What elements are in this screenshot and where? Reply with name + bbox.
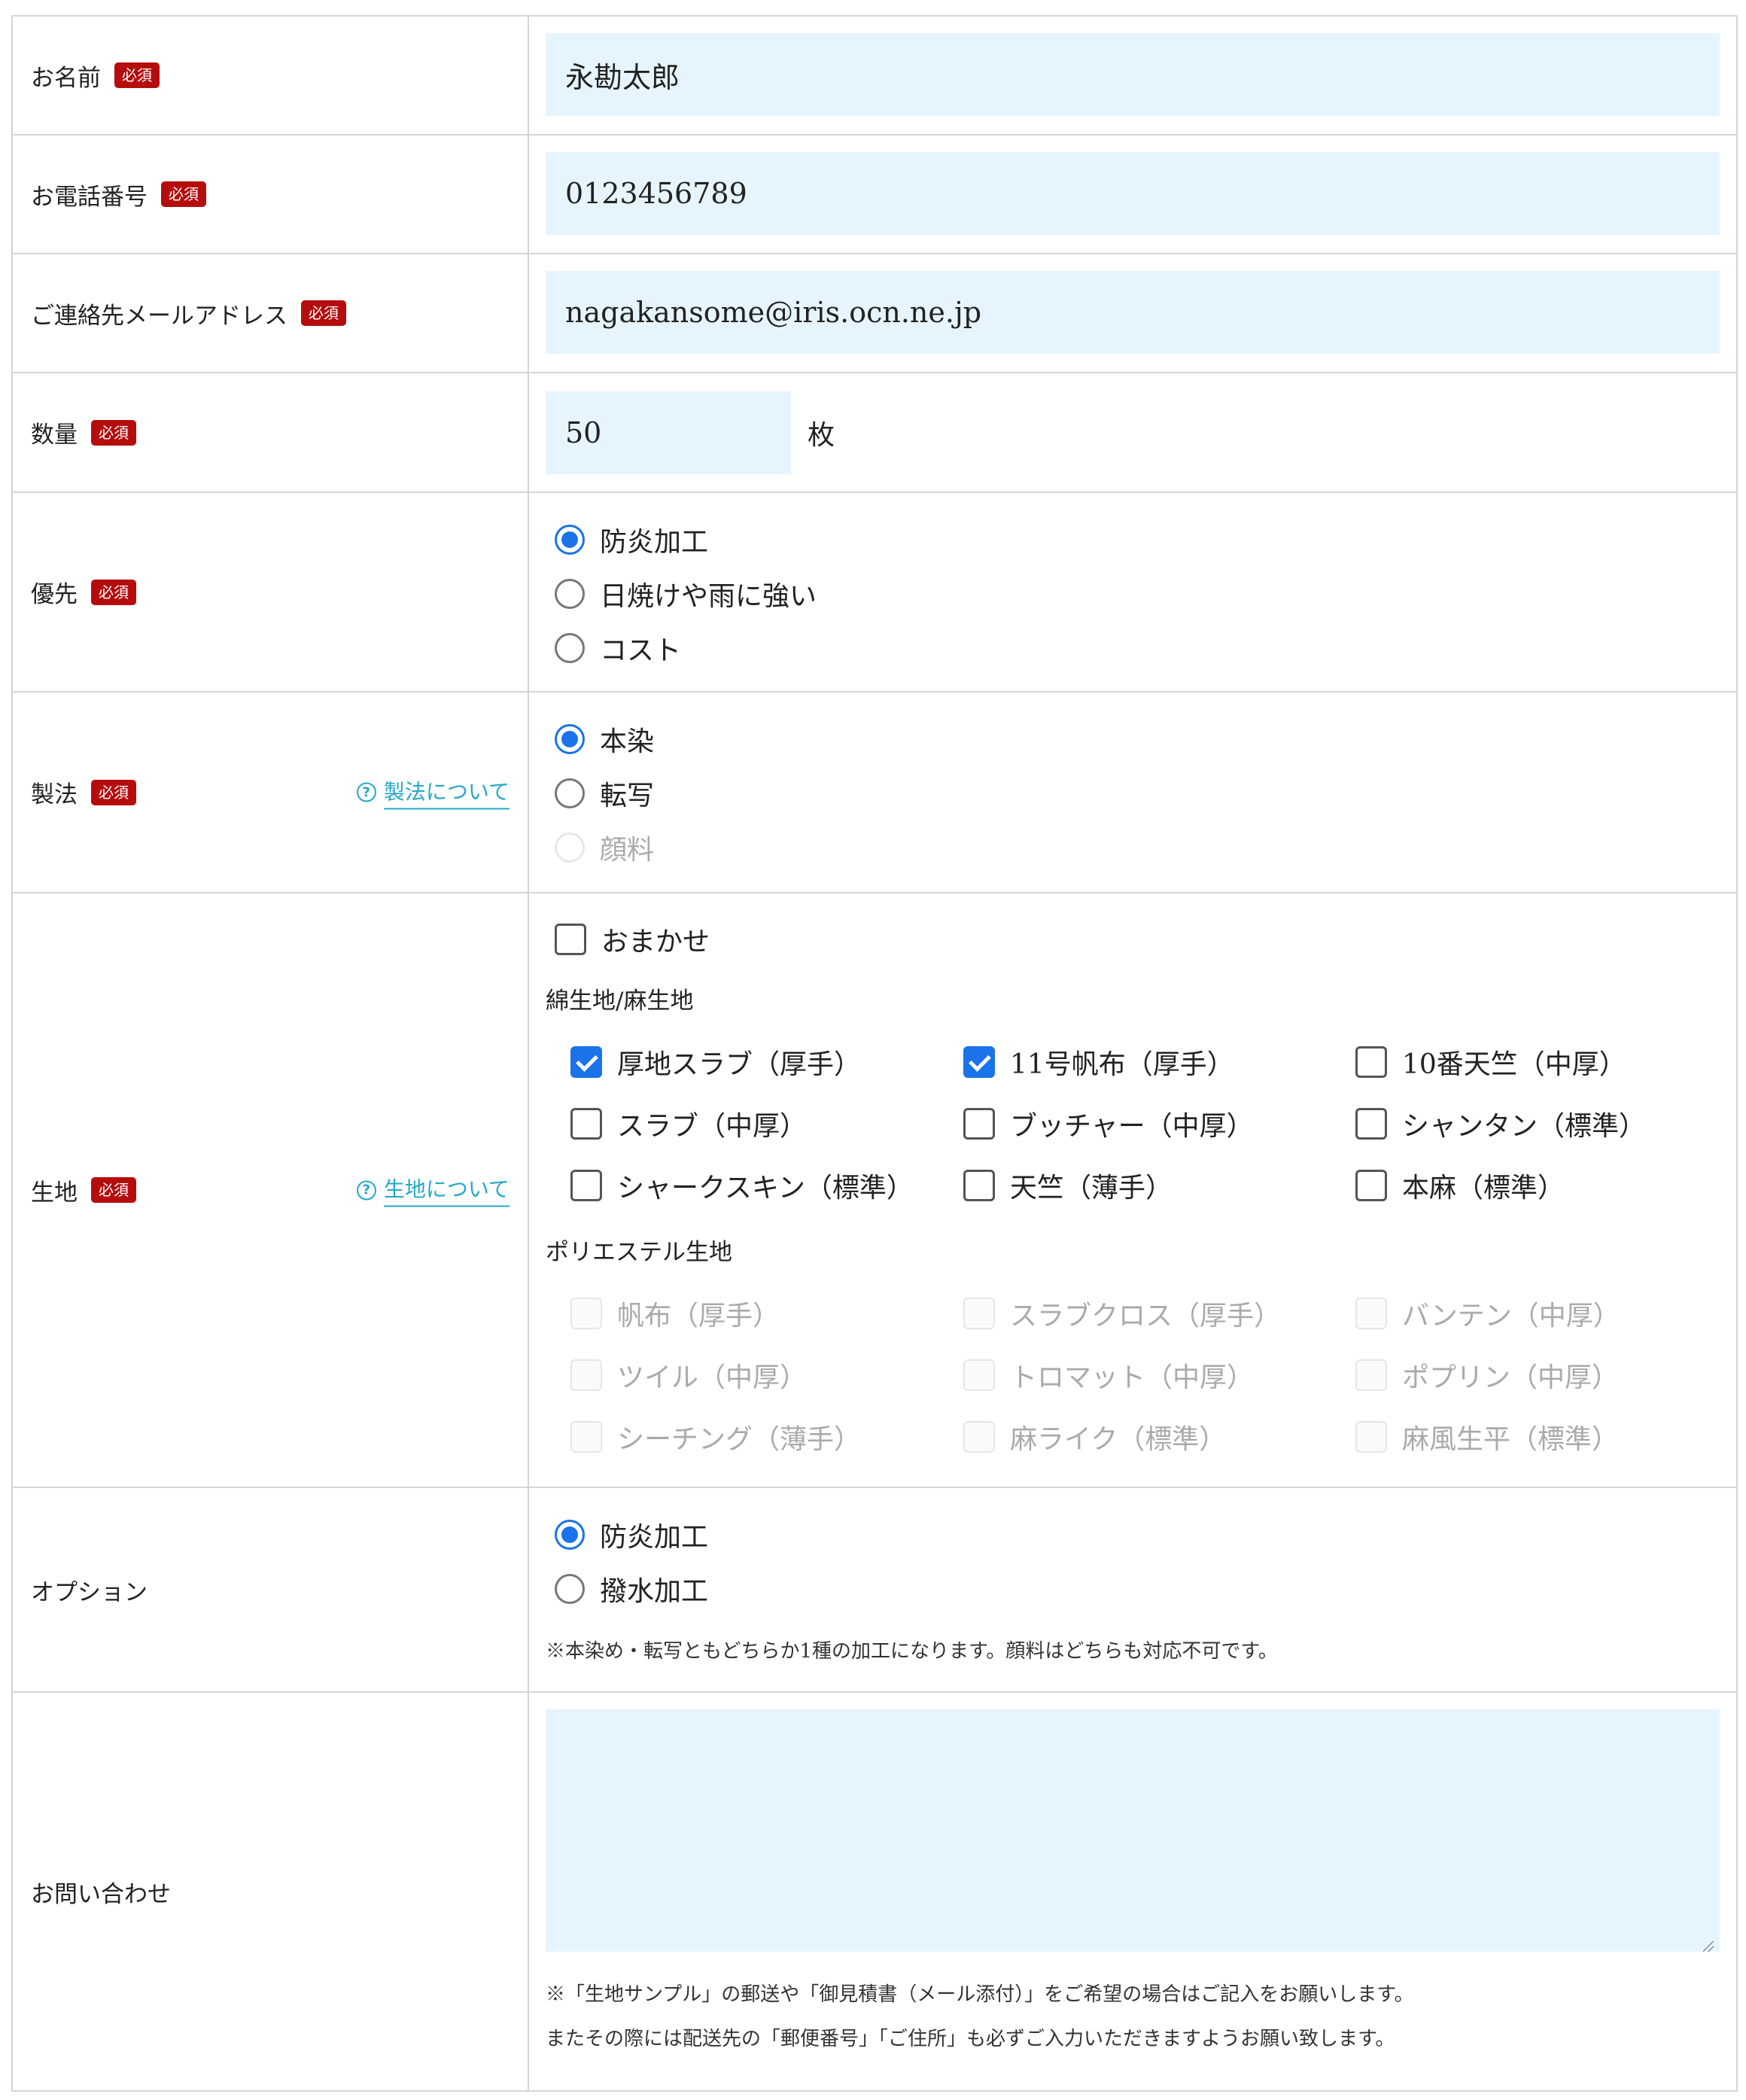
checkbox-disabled-icon [963, 1421, 995, 1453]
cotton-option[interactable]: 天竺（薄手） [963, 1166, 1173, 1205]
radio-selected-icon [555, 525, 585, 555]
question-icon: ? [356, 1180, 376, 1200]
checkbox-icon [963, 1108, 995, 1140]
option-water-repellent[interactable]: 撥水加工 [546, 1562, 1720, 1616]
required-badge: 必須 [91, 1177, 136, 1203]
radio-icon [555, 579, 585, 609]
question-icon: ? [356, 782, 376, 802]
checkbox-icon [1355, 1108, 1387, 1140]
radio-selected-icon [555, 724, 585, 754]
row-quantity: 数量 必須 50 枚 [13, 373, 1736, 493]
cotton-option[interactable]: スラブ（中厚） [570, 1104, 807, 1143]
checkbox-disabled-icon [570, 1298, 602, 1329]
cotton-option[interactable]: シャークスキン（標準） [570, 1166, 914, 1205]
polyester-option: ポプリン（中厚） [1355, 1356, 1619, 1395]
priority-option-weather[interactable]: 日焼けや雨に強い [546, 567, 1720, 621]
inquiry-note-2: またその際には配送先の「郵便番号」「ご住所」も必ずご入力いただきますようお願い致… [546, 2028, 1395, 2050]
cotton-option[interactable]: 11号帆布（厚手） [963, 1042, 1234, 1082]
required-badge: 必須 [114, 62, 160, 88]
inquiry-textarea[interactable] [546, 1709, 1720, 1952]
cotton-option[interactable]: 本麻（標準） [1355, 1166, 1565, 1205]
checkbox-disabled-icon [1355, 1298, 1387, 1329]
checkbox-disabled-icon [963, 1298, 995, 1329]
row-inquiry: お問い合わせ ※「生地サンプル」の郵送や「御見積書（メール添付）」をご希望の場合… [13, 1693, 1736, 2092]
checkbox-icon [570, 1170, 602, 1201]
checkbox-icon [1355, 1046, 1387, 1078]
radio-icon [555, 1574, 585, 1604]
method-help-link[interactable]: ? 製法について [356, 775, 510, 809]
method-label: 製法 [31, 781, 78, 808]
polyester-option: 帆布（厚手） [570, 1294, 780, 1333]
cotton-option[interactable]: 10番天竺（中厚） [1355, 1042, 1626, 1082]
method-option-transfer[interactable]: 転写 [546, 766, 1720, 820]
cotton-option[interactable]: 厚地スラブ（厚手） [570, 1042, 861, 1082]
checkbox-checked-icon [570, 1046, 602, 1078]
required-badge: 必須 [161, 181, 206, 207]
cotton-option[interactable]: シャンタン（標準） [1355, 1104, 1646, 1143]
email-input[interactable]: nagakansome@iris.ocn.ne.jp [546, 271, 1720, 354]
polyester-option: バンテン（中厚） [1355, 1294, 1620, 1333]
priority-option-cost[interactable]: コスト [546, 621, 1720, 675]
checkbox-icon [555, 924, 586, 955]
checkbox-disabled-icon [570, 1421, 602, 1453]
priority-label: 優先 [31, 581, 78, 608]
resize-handle-icon[interactable] [1703, 1941, 1714, 1952]
polyester-option: 麻ライク（標準） [963, 1417, 1226, 1456]
row-option: オプション 防炎加工 撥水加工 ※本染め・転写ともどちらか1種の加工になります。… [13, 1488, 1736, 1693]
quantity-input[interactable]: 50 [546, 391, 791, 474]
row-method: 製法 必須 ? 製法について 本染 転写 顔料 [13, 692, 1736, 893]
required-badge: 必須 [91, 419, 136, 446]
polyester-group-title: ポリエステル生地 [546, 1239, 732, 1266]
row-priority: 優先 必須 防炎加工 日焼けや雨に強い コスト [13, 493, 1736, 692]
inquiry-note-1: ※「生地サンプル」の郵送や「御見積書（メール添付）」をご希望の場合はご記入をお願… [546, 1983, 1414, 2006]
row-fabric: 生地 必須 ? 生地について おまかせ 綿生地/麻生地 厚地スラブ（厚手） 11… [13, 893, 1736, 1488]
polyester-option: シーチング（薄手） [570, 1417, 861, 1456]
polyester-option: 麻風生平（標準） [1355, 1417, 1619, 1456]
name-label-cell: お名前 必須 [13, 17, 529, 134]
quantity-unit: 枚 [808, 419, 835, 451]
phone-input[interactable]: 0123456789 [546, 152, 1720, 235]
cotton-option[interactable]: ブッチャー（中厚） [963, 1104, 1254, 1143]
checkbox-icon [570, 1108, 602, 1140]
option-label: オプション [31, 1578, 148, 1606]
checkbox-icon [1355, 1170, 1387, 1201]
inquiry-label: お問い合わせ [31, 1880, 171, 1908]
phone-label: お電話番号 [31, 183, 148, 211]
radio-disabled-icon [555, 832, 585, 863]
method-option-honzome[interactable]: 本染 [546, 712, 1720, 766]
radio-icon [555, 778, 585, 808]
polyester-option: トロマット（中厚） [963, 1356, 1254, 1395]
option-fireproof[interactable]: 防炎加工 [546, 1508, 1720, 1562]
quantity-label: 数量 [31, 422, 78, 449]
row-name: お名前 必須 永勘太郎 [13, 17, 1736, 135]
method-option-pigment: 顔料 [546, 820, 1720, 875]
required-badge: 必須 [91, 579, 136, 605]
order-form: お名前 必須 永勘太郎 お電話番号 必須 0123456789 ご連絡先メールア… [11, 15, 1738, 2092]
radio-selected-icon [555, 1520, 585, 1550]
polyester-option: スラブクロス（厚手） [963, 1294, 1281, 1333]
required-badge: 必須 [301, 300, 346, 326]
checkbox-disabled-icon [1355, 1421, 1387, 1453]
checkbox-disabled-icon [963, 1359, 995, 1391]
name-input[interactable]: 永勘太郎 [546, 33, 1720, 116]
email-label: ご連絡先メールアドレス [31, 302, 287, 330]
checkbox-disabled-icon [1355, 1359, 1387, 1391]
polyester-option: ツイル（中厚） [570, 1356, 807, 1395]
cotton-group-title: 綿生地/麻生地 [546, 988, 694, 1015]
checkbox-checked-icon [963, 1046, 995, 1078]
name-label: お名前 [31, 64, 101, 92]
checkbox-icon [963, 1170, 995, 1201]
required-badge: 必須 [91, 779, 136, 805]
fabric-help-link[interactable]: ? 生地について [356, 1173, 510, 1207]
row-phone: お電話番号 必須 0123456789 [13, 135, 1736, 254]
fabric-auto-checkbox[interactable]: おまかせ [555, 920, 710, 959]
priority-option-fireproof[interactable]: 防炎加工 [546, 513, 1720, 567]
radio-icon [555, 633, 585, 663]
checkbox-disabled-icon [570, 1359, 602, 1391]
fabric-label: 生地 [31, 1179, 78, 1207]
row-email: ご連絡先メールアドレス 必須 nagakansome@iris.ocn.ne.j… [13, 254, 1736, 373]
option-note: ※本染め・転写ともどちらか1種の加工になります。顔料はどちらも対応不可です。 [546, 1640, 1278, 1663]
